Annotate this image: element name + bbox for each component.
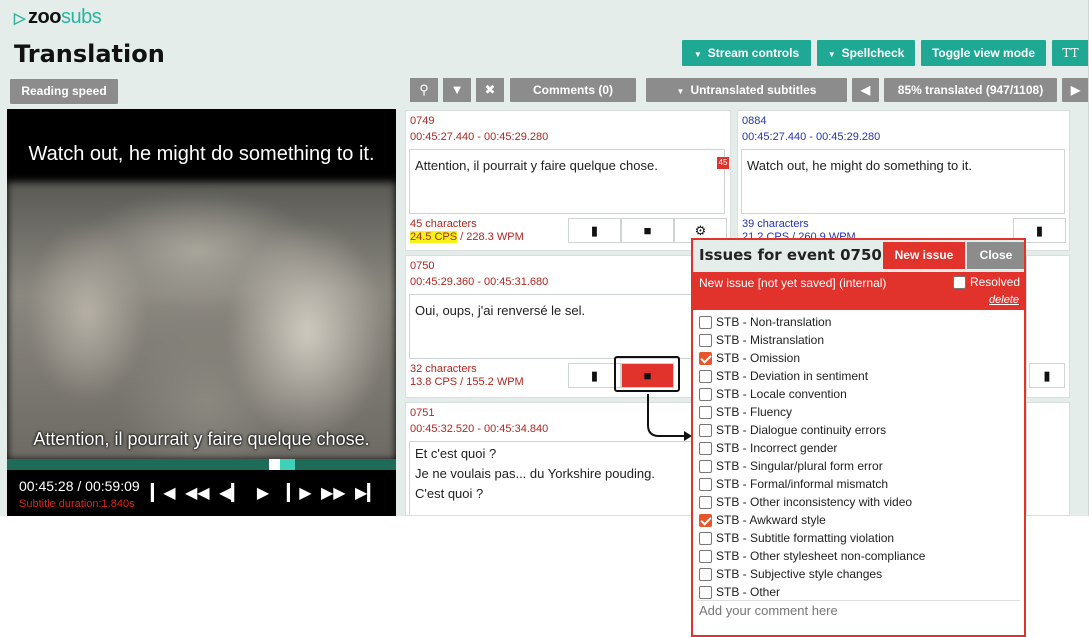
issue-label: New issue [not yet saved] (internal): [699, 276, 887, 290]
issue-category-item[interactable]: STB - Awkward style: [699, 511, 1021, 529]
issue-category-item[interactable]: STB - Locale convention: [699, 385, 1021, 403]
new-issue-button[interactable]: New issue: [883, 242, 965, 269]
issue-category-label: STB - Singular/plural form error: [716, 459, 883, 473]
comment-textarea[interactable]: Add your comment here: [697, 600, 1020, 635]
checkbox[interactable]: [699, 585, 712, 599]
issue-category-item[interactable]: STB - Non-translation: [699, 313, 1021, 331]
issue-category-item[interactable]: STB - Formal/informal mismatch: [699, 475, 1021, 493]
issue-category-label: STB - Awkward style: [716, 513, 826, 527]
issue-category-item[interactable]: STB - Other: [699, 583, 1021, 601]
issue-category-item[interactable]: STB - Dialogue continuity errors: [699, 421, 1021, 439]
issue-category-label: STB - Mistranslation: [716, 333, 825, 347]
close-button[interactable]: Close: [967, 242, 1024, 269]
checkbox[interactable]: [699, 495, 712, 509]
issue-category-item[interactable]: STB - Deviation in sentiment: [699, 367, 1021, 385]
issue-category-label: STB - Omission: [716, 351, 801, 365]
issue-category-label: STB - Dialogue continuity errors: [716, 423, 887, 437]
checkbox[interactable]: [699, 405, 712, 419]
issue-category-label: STB - Other stylesheet non-compliance: [716, 549, 926, 563]
issue-category-item[interactable]: STB - Mistranslation: [699, 331, 1021, 349]
checkbox[interactable]: [699, 459, 712, 473]
issue-category-label: STB - Subtitle formatting violation: [716, 531, 895, 545]
checkbox[interactable]: [699, 549, 712, 563]
issue-category-label: STB - Subjective style changes: [716, 567, 883, 581]
issue-category-label: STB - Incorrect gender: [716, 441, 838, 455]
delete-link[interactable]: delete: [989, 294, 1019, 306]
issue-category-label: STB - Non-translation: [716, 315, 832, 329]
resolved-checkbox[interactable]: Resolved: [952, 275, 1020, 289]
checkbox[interactable]: [699, 477, 712, 491]
issues-panel-header: Issues for event 0750 New issue Close: [693, 240, 1024, 272]
checkbox[interactable]: [699, 333, 712, 347]
issue-category-label: STB - Locale convention: [716, 387, 847, 401]
issue-category-label: STB - Other: [716, 585, 781, 599]
issue-category-item[interactable]: STB - Singular/plural form error: [699, 457, 1021, 475]
checkbox[interactable]: [699, 531, 712, 545]
issue-category-label: STB - Formal/informal mismatch: [716, 477, 889, 491]
issue-category-item[interactable]: STB - Omission: [699, 349, 1021, 367]
issue-category-item[interactable]: STB - Other inconsistency with video: [699, 493, 1021, 511]
checkbox[interactable]: [699, 369, 712, 383]
issues-panel: Issues for event 0750 New issue Close Ne…: [691, 238, 1026, 637]
checkbox[interactable]: [699, 441, 712, 455]
checkbox[interactable]: [699, 315, 712, 329]
checkbox[interactable]: [699, 567, 712, 581]
issue-category-item[interactable]: STB - Subtitle formatting violation: [699, 529, 1021, 547]
issues-panel-title: Issues for event 0750: [699, 246, 882, 264]
checkbox[interactable]: [952, 275, 966, 289]
issue-category-list: STB - Non-translation STB - Mistranslatio…: [699, 313, 1021, 601]
issue-category-label: STB - Fluency: [716, 405, 793, 419]
issue-category-label: STB - Deviation in sentiment: [716, 369, 869, 383]
checkbox[interactable]: [699, 423, 712, 437]
issue-category-item[interactable]: STB - Fluency: [699, 403, 1021, 421]
issue-category-item[interactable]: STB - Other stylesheet non-compliance: [699, 547, 1021, 565]
checkbox[interactable]: [699, 387, 712, 401]
checkbox-checked[interactable]: [699, 351, 712, 365]
issue-category-item[interactable]: STB - Subjective style changes: [699, 565, 1021, 583]
issue-header-bar: New issue [not yet saved] (internal) Res…: [693, 272, 1024, 310]
issue-category-item[interactable]: STB - Incorrect gender: [699, 439, 1021, 457]
checkbox-checked[interactable]: [699, 513, 712, 527]
issue-category-label: STB - Other inconsistency with video: [716, 495, 913, 509]
